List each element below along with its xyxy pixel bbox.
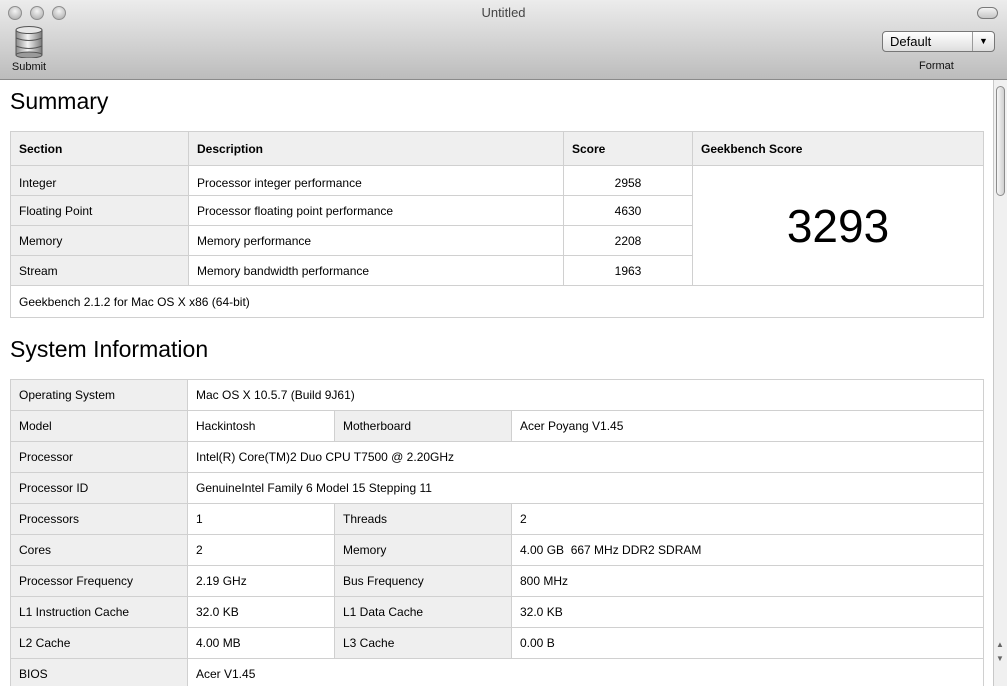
table-row: Processor Frequency 2.19 GHz Bus Frequen…: [10, 565, 984, 597]
table-row: Model Hackintosh Motherboard Acer Poyang…: [10, 410, 984, 442]
table-row: Integer Processor integer performance 29…: [10, 165, 984, 286]
table-row: Processors 1 Threads 2: [10, 503, 984, 535]
scrollbar-thumb[interactable]: [996, 86, 1005, 196]
l1-data-cache-value: 32.0 KB: [511, 596, 984, 628]
header-section: Section: [10, 131, 189, 166]
system-info-heading: System Information: [10, 336, 209, 362]
memory-value: 4.00 GB 667 MHz DDR2 SDRAM: [511, 534, 984, 566]
titlebar: Untitled Submit Default ▼ Format: [0, 0, 1007, 80]
geekbench-score-value: 3293: [692, 165, 984, 286]
os-value: Mac OS X 10.5.7 (Build 9J61): [187, 379, 984, 411]
threads-value: 2: [511, 503, 984, 535]
processor-label: Processor: [10, 441, 188, 473]
bios-value: Acer V1.45: [187, 658, 984, 686]
processors-label: Processors: [10, 503, 188, 535]
l3-cache-label: L3 Cache: [334, 627, 512, 659]
processor-id-label: Processor ID: [10, 472, 188, 504]
scroll-down-icon[interactable]: ▼: [996, 654, 1004, 663]
system-info-table: Operating System Mac OS X 10.5.7 (Build …: [10, 379, 984, 686]
score-cell: 4630: [563, 195, 693, 226]
format-label: Format: [919, 60, 954, 72]
toolbar-toggle-button[interactable]: [977, 7, 998, 19]
summary-footer: Geekbench 2.1.2 for Mac OS X x86 (64-bit…: [10, 285, 984, 318]
dropdown-arrow-icon: ▼: [972, 32, 994, 51]
vertical-scrollbar[interactable]: ▲ ▼: [993, 80, 1007, 686]
section-cell: Stream: [10, 255, 189, 286]
motherboard-value: Acer Poyang V1.45: [511, 410, 984, 442]
table-row: BIOS Acer V1.45: [10, 658, 984, 686]
bus-frequency-label: Bus Frequency: [334, 565, 512, 597]
section-cell: Integer: [10, 165, 189, 196]
header-description: Description: [188, 131, 564, 166]
os-label: Operating System: [10, 379, 188, 411]
table-row: Processor Intel(R) Core(TM)2 Duo CPU T75…: [10, 441, 984, 473]
cores-label: Cores: [10, 534, 188, 566]
l2-cache-value: 4.00 MB: [187, 627, 335, 659]
l1-instruction-cache-value: 32.0 KB: [187, 596, 335, 628]
l1-data-cache-label: L1 Data Cache: [334, 596, 512, 628]
processor-frequency-label: Processor Frequency: [10, 565, 188, 597]
table-row: Processor ID GenuineIntel Family 6 Model…: [10, 472, 984, 504]
processors-value: 1: [187, 503, 335, 535]
processor-frequency-value: 2.19 GHz: [187, 565, 335, 597]
description-cell: Memory performance: [188, 225, 564, 256]
processor-id-value: GenuineIntel Family 6 Model 15 Stepping …: [187, 472, 984, 504]
description-cell: Processor floating point performance: [188, 195, 564, 226]
table-row: L2 Cache 4.00 MB L3 Cache 0.00 B: [10, 627, 984, 659]
bios-label: BIOS: [10, 658, 188, 686]
header-score: Score: [563, 131, 693, 166]
table-row: L1 Instruction Cache 32.0 KB L1 Data Cac…: [10, 596, 984, 628]
table-row: Cores 2 Memory 4.00 GB 667 MHz DDR2 SDRA…: [10, 534, 984, 566]
summary-header-row: Section Description Score Geekbench Scor…: [10, 131, 984, 166]
score-cell: 1963: [563, 255, 693, 286]
cores-value: 2: [187, 534, 335, 566]
header-geekbench-score: Geekbench Score: [692, 131, 984, 166]
model-value: Hackintosh: [187, 410, 335, 442]
window-title: Untitled: [481, 5, 526, 20]
submit-label: Submit: [11, 61, 47, 73]
results-content: Summary Section Description Score Geekbe…: [0, 80, 993, 686]
processor-value: Intel(R) Core(TM)2 Duo CPU T7500 @ 2.20G…: [187, 441, 984, 473]
score-cell: 2208: [563, 225, 693, 256]
memory-label: Memory: [334, 534, 512, 566]
l2-cache-label: L2 Cache: [10, 627, 188, 659]
summary-heading: Summary: [10, 88, 109, 114]
description-cell: Processor integer performance: [188, 165, 564, 196]
motherboard-label: Motherboard: [334, 410, 512, 442]
format-select[interactable]: Default ▼: [882, 31, 995, 52]
summary-table: Section Description Score Geekbench Scor…: [10, 131, 984, 318]
description-cell: Memory bandwidth performance: [188, 255, 564, 286]
scroll-up-icon[interactable]: ▲: [996, 640, 1004, 649]
database-icon: [15, 26, 43, 58]
l1-instruction-cache-label: L1 Instruction Cache: [10, 596, 188, 628]
table-row: Operating System Mac OS X 10.5.7 (Build …: [10, 379, 984, 411]
model-label: Model: [10, 410, 188, 442]
section-cell: Floating Point: [10, 195, 189, 226]
bus-frequency-value: 800 MHz: [511, 565, 984, 597]
section-cell: Memory: [10, 225, 189, 256]
format-select-value: Default: [890, 34, 932, 49]
submit-button[interactable]: Submit: [8, 26, 50, 76]
score-cell: 2958: [563, 165, 693, 196]
summary-footer-row: Geekbench 2.1.2 for Mac OS X x86 (64-bit…: [10, 285, 984, 318]
threads-label: Threads: [334, 503, 512, 535]
geekbench-window: Untitled Submit Default ▼ Format Summary…: [0, 0, 1007, 686]
l3-cache-value: 0.00 B: [511, 627, 984, 659]
